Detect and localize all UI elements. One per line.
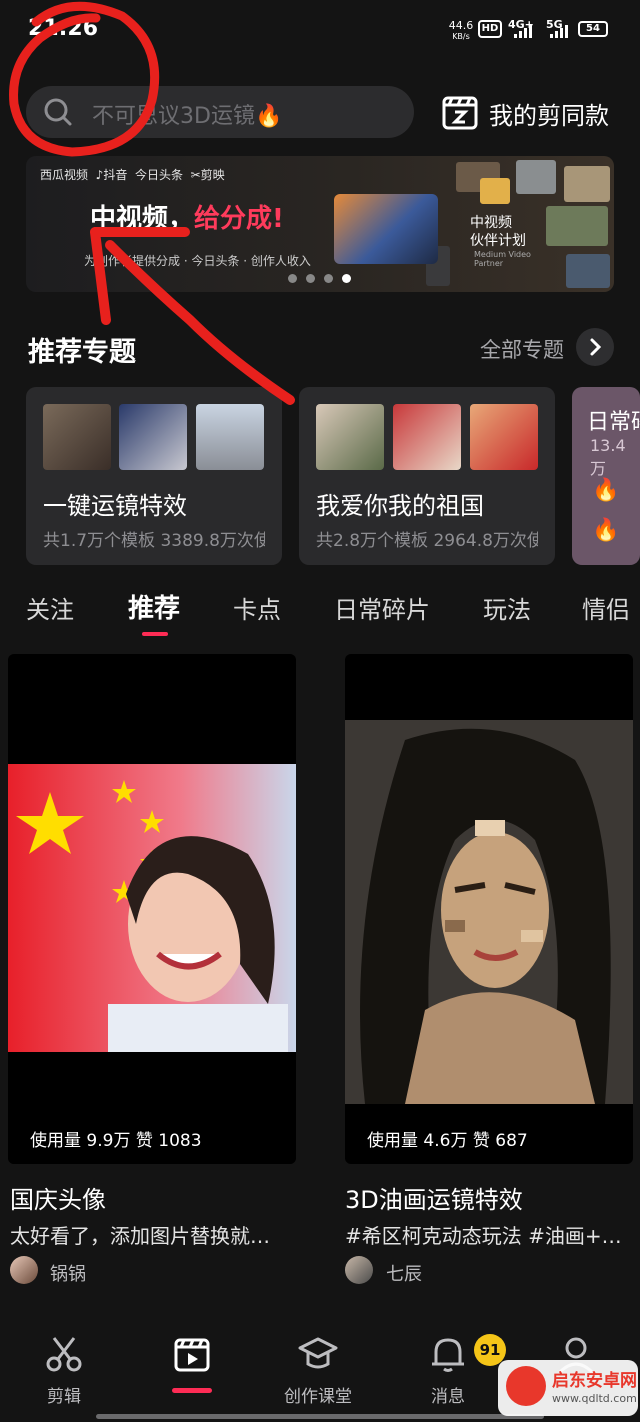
- author-name[interactable]: 七辰: [386, 1260, 422, 1286]
- my-templates-button[interactable]: 我的剪同款: [489, 96, 609, 131]
- template-card[interactable]: [345, 654, 633, 1164]
- banner-photo: [334, 194, 438, 264]
- avatar[interactable]: [10, 1256, 38, 1284]
- topic-title: 日常碎片: [587, 410, 640, 435]
- section-title: 推荐专题: [28, 337, 136, 368]
- template-preview: [8, 764, 296, 1052]
- status-time: 21:26: [28, 16, 99, 41]
- all-topics-link[interactable]: 全部专题: [480, 334, 564, 364]
- tab-beat[interactable]: 卡点: [233, 590, 281, 625]
- tab-daily[interactable]: 日常碎片: [334, 590, 430, 625]
- bell-icon[interactable]: [428, 1334, 468, 1374]
- banner-logos: 西瓜视频 ♪抖音 今日头条 ✂剪映: [40, 168, 225, 182]
- topic-thumb: [196, 404, 264, 470]
- signal-bars-icon: [550, 24, 572, 38]
- template-preview: [345, 720, 633, 1104]
- topic-sub: 共2.8万个模板 2964.8万次使用: [316, 531, 538, 551]
- template-icon[interactable]: [440, 92, 480, 132]
- template-desc: 太好看了，添加图片替换就…: [10, 1224, 270, 1248]
- banner-dot: [306, 274, 315, 283]
- template-desc: #希区柯克动态玩法 #油画+…: [345, 1224, 622, 1248]
- tab-play[interactable]: 玩法: [483, 590, 531, 625]
- nav-edit[interactable]: 剪辑: [4, 1382, 124, 1407]
- battery-icon: 54: [578, 21, 608, 37]
- template-stats: 使用量 9.9万 赞 1083: [30, 1131, 202, 1151]
- topic-title: 一键运镜特效: [43, 492, 187, 520]
- tab-recommend[interactable]: 推荐: [128, 588, 180, 625]
- fire-icon: 🔥: [592, 478, 620, 503]
- topic-thumb: [316, 404, 384, 470]
- fire-icon: 🔥: [592, 518, 620, 543]
- nav-messages[interactable]: 消息: [388, 1382, 508, 1407]
- author-name[interactable]: 锅锅: [50, 1260, 86, 1286]
- template-title: 3D油画运镜特效: [345, 1186, 523, 1214]
- chevron-right-icon[interactable]: [576, 328, 614, 366]
- home-indicator: [96, 1414, 544, 1419]
- template-tab-icon[interactable]: [172, 1334, 212, 1374]
- template-stats: 使用量 4.6万 赞 687: [367, 1131, 528, 1151]
- banner-plan-en: Medium Video Partner: [474, 250, 531, 268]
- topic-title: 我爱你我的祖国: [316, 492, 484, 520]
- banner-dot: [288, 274, 297, 283]
- nav-active-indicator: [172, 1388, 212, 1393]
- topic-thumb: [43, 404, 111, 470]
- template-card[interactable]: [8, 654, 296, 1164]
- graduation-cap-icon[interactable]: [298, 1334, 338, 1374]
- banner-title: 中视频，给分成!: [90, 204, 284, 234]
- tab-indicator: [142, 632, 168, 636]
- watermark-title: 启东安卓网: [552, 1371, 637, 1391]
- topic-thumb: [119, 404, 187, 470]
- hd-voice-icon: HD: [478, 20, 502, 38]
- template-title: 国庆头像: [10, 1186, 106, 1214]
- tab-couple[interactable]: 情侣: [582, 590, 630, 625]
- watermark-logo-icon: [506, 1366, 546, 1406]
- topic-thumb: [393, 404, 461, 470]
- avatar[interactable]: [345, 1256, 373, 1284]
- watermark-url: www.qdltd.com: [552, 1392, 637, 1405]
- search-icon: [44, 98, 72, 126]
- banner-dot-active: [342, 274, 351, 283]
- nav-creator-class[interactable]: 创作课堂: [258, 1382, 378, 1407]
- signal-bars-icon: [514, 24, 536, 38]
- banner-subtitle: 为创作者提供分成 · 今日头条 · 创作人收入: [84, 254, 311, 268]
- banner-plan: 中视频 伙伴计划: [470, 215, 526, 249]
- search-placeholder: 不可思议3D运镜🔥: [92, 104, 283, 129]
- topic-sub: 13.4万: [590, 436, 626, 478]
- topic-sub: 共1.7万个模板 3389.8万次使用: [43, 531, 265, 551]
- network-speed: 44.6 KB/s: [448, 19, 474, 41]
- topic-thumb: [470, 404, 538, 470]
- scissors-icon[interactable]: [44, 1334, 84, 1374]
- banner-dot: [324, 274, 333, 283]
- tab-follow[interactable]: 关注: [26, 590, 74, 625]
